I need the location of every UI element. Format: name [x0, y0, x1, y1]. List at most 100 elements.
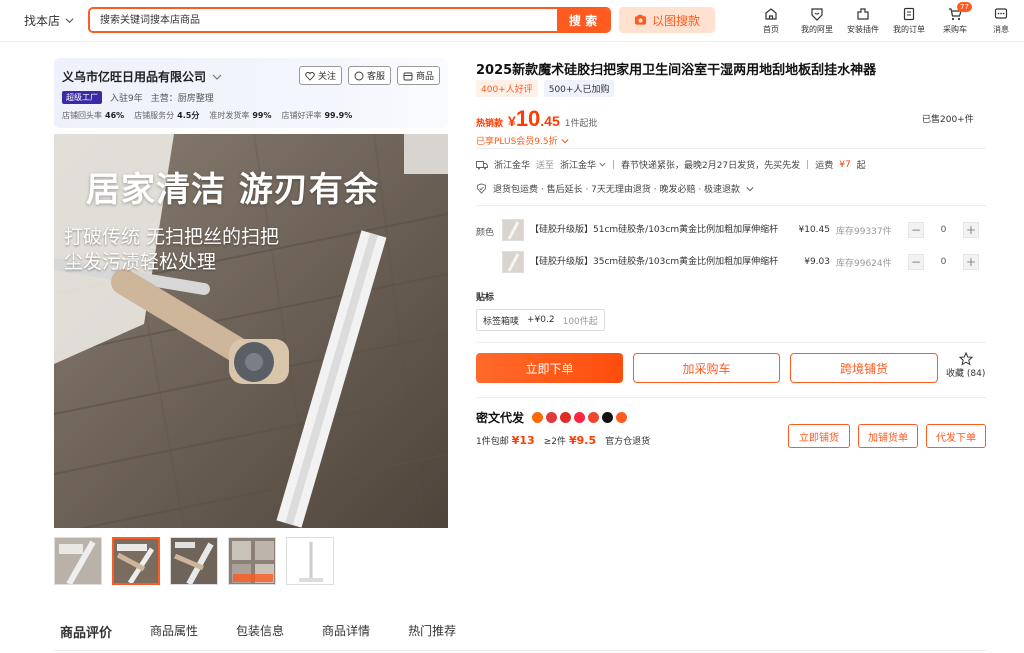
nav-my-ali[interactable]: 我的阿里: [794, 6, 840, 35]
tab-recommend[interactable]: 热门推荐: [408, 622, 456, 641]
ship-to-select[interactable]: 浙江金华: [560, 158, 606, 171]
label-option-title: 贴标: [476, 293, 495, 303]
add-list-button[interactable]: 加铺货单: [858, 424, 918, 448]
tab-underline: [54, 650, 986, 651]
message-icon: [994, 8, 1008, 19]
nav-label: 首页: [763, 25, 779, 34]
decrement-button[interactable]: −: [908, 254, 924, 270]
thumbnail-5[interactable]: [286, 537, 334, 585]
dropship-one-label: 1件包邮: [476, 437, 509, 447]
favorite-count: (84): [966, 369, 986, 379]
main-product-image[interactable]: 居家清洁 游刃有余 打破传统 无扫把丝的扫把 尘发污渍轻松处理: [54, 134, 448, 528]
label-option[interactable]: 标签箱唛 +¥0.2 100件起: [476, 309, 605, 331]
sku-price: ¥10.45: [798, 225, 831, 235]
search-input[interactable]: [90, 9, 557, 31]
dropship-two-label: ≥2件: [543, 437, 566, 447]
tab-attributes[interactable]: 商品属性: [150, 622, 198, 641]
image-search-button[interactable]: 以图搜款: [619, 7, 715, 33]
heart-icon: [305, 71, 315, 81]
tab-packaging[interactable]: 包装信息: [236, 622, 284, 641]
header-nav: 首页 我的阿里 安装插件 我的订单 77 采购车 消息: [748, 2, 1024, 35]
plugin-icon: [857, 8, 869, 20]
shield-check-icon: [476, 183, 487, 194]
freight-suffix: 起: [856, 161, 866, 171]
ship-to-label: 送至: [536, 161, 555, 171]
buy-now-button[interactable]: 立即下单: [476, 353, 623, 383]
quantity-value[interactable]: 0: [924, 225, 963, 235]
search-button[interactable]: 搜 索: [557, 9, 609, 31]
sku-name: 【硅胶升级版】35cm硅胶条/103cm黄金比例加粗加厚伸缩杆: [530, 256, 779, 267]
shop-info-row: 超级工厂 入驻9年 主营：厨房整理: [62, 91, 214, 104]
customer-service-button[interactable]: 客服: [347, 66, 391, 85]
nav-label: 采购车: [943, 25, 967, 34]
image-subline-2: 尘发污渍轻松处理: [64, 251, 217, 273]
ship-note: 春节快递紧张，最晚2月27日发货，先买先发: [620, 161, 801, 171]
good-review-tag[interactable]: 400+人好评: [476, 80, 538, 97]
camera-icon: [634, 14, 647, 25]
nav-cart[interactable]: 77 采购车: [932, 2, 978, 35]
color-label: 颜色: [476, 228, 495, 238]
plus-discount[interactable]: 已享PLUS会员9.5折: [476, 134, 569, 147]
quantity-stepper: − 0 +: [908, 222, 979, 238]
cross-border-button[interactable]: 跨境铺货: [790, 353, 938, 383]
nav-label: 消息: [993, 25, 1009, 34]
nav-plugin[interactable]: 安装插件: [840, 6, 886, 35]
shop-name-link[interactable]: 义乌市亿旺日用品有限公司: [62, 68, 222, 85]
shop-name: 义乌市亿旺日用品有限公司: [62, 70, 207, 84]
hot-label: 热销款: [476, 119, 504, 129]
add-to-cart-button[interactable]: 加采购车: [633, 353, 780, 383]
goods-label: 商品: [415, 72, 434, 82]
increment-button[interactable]: +: [963, 254, 979, 270]
nav-messages[interactable]: 消息: [978, 6, 1024, 35]
chevron-down-icon: [746, 186, 754, 191]
thumbnail-1[interactable]: [54, 537, 102, 585]
sku-stock: 库存99624件: [836, 258, 892, 269]
search-scope-select[interactable]: 找本店: [24, 12, 74, 29]
shop-stat: 店铺服务分 4.5分: [134, 111, 200, 120]
thumbnail-2[interactable]: [112, 537, 160, 585]
thumbnail-3[interactable]: [170, 537, 218, 585]
platform-icon: [574, 412, 586, 423]
dropship-title: 密文代发: [476, 411, 525, 425]
service-list: 退货包运费 · 售后延长 · 7天无理由退货 · 晚发必赔 · 极速退款: [493, 185, 741, 195]
home-icon: [765, 8, 777, 20]
nav-home[interactable]: 首页: [748, 6, 794, 35]
divider: [476, 205, 986, 206]
sku-stock: 库存99337件: [836, 226, 892, 237]
follow-button[interactable]: 关注: [298, 66, 342, 85]
dropship-note: 官方仓退货: [605, 437, 651, 447]
favorite-button[interactable]: 收藏 (84): [946, 352, 985, 379]
dropship-order-button[interactable]: 代发下单: [926, 424, 986, 448]
star-icon: [958, 352, 973, 366]
truck-icon: [476, 160, 488, 169]
dropship-price: 1件包邮 ¥13 ≥2件 ¥9.5 官方仓退货: [476, 434, 650, 447]
nav-orders[interactable]: 我的订单: [886, 6, 932, 35]
service-row[interactable]: 退货包运费 · 售后延长 · 7天无理由退货 · 晚发必赔 · 极速退款: [476, 182, 754, 195]
shop-stats: 店铺回头率 46% 店铺服务分 4.5分 准时发货率 99% 店铺好评率 99.9%: [62, 110, 352, 121]
product-tags: 400+人好评 500+人已加购: [476, 80, 615, 97]
sku-thumbnail[interactable]: [502, 251, 524, 273]
sku-row: 【硅胶升级版】51cm硅胶条/103cm黄金比例加粗加厚伸缩杆 ¥10.45 库…: [502, 217, 986, 243]
price-row: 热销款 ¥10.45 1件起批: [476, 106, 598, 132]
list-now-button[interactable]: 立即铺货: [788, 424, 850, 448]
sku-name: 【硅胶升级版】51cm硅胶条/103cm黄金比例加粗加厚伸缩杆: [530, 224, 779, 235]
nav-label: 安装插件: [847, 25, 879, 34]
image-subline-1: 打破传统 无扫把丝的扫把: [64, 226, 280, 248]
dropship-two-price: ¥9.5: [568, 434, 597, 447]
increment-button[interactable]: +: [963, 222, 979, 238]
divider: [476, 342, 986, 343]
platform-icon: [546, 412, 558, 423]
label-option-price: +¥0.2: [527, 315, 555, 325]
service-label: 客服: [366, 72, 385, 82]
search-box: 搜 索: [88, 7, 611, 33]
sku-thumbnail[interactable]: [502, 219, 524, 241]
quantity-value[interactable]: 0: [924, 257, 963, 267]
favorite-label: 收藏: [946, 369, 965, 379]
decrement-button[interactable]: −: [908, 222, 924, 238]
price: ¥10.45: [508, 106, 560, 131]
tab-reviews[interactable]: 商品评价: [60, 622, 112, 641]
tab-details[interactable]: 商品详情: [322, 622, 370, 641]
nav-label: 我的阿里: [801, 25, 833, 34]
shop-goods-button[interactable]: 商品: [396, 66, 440, 85]
thumbnail-4[interactable]: [228, 537, 276, 585]
